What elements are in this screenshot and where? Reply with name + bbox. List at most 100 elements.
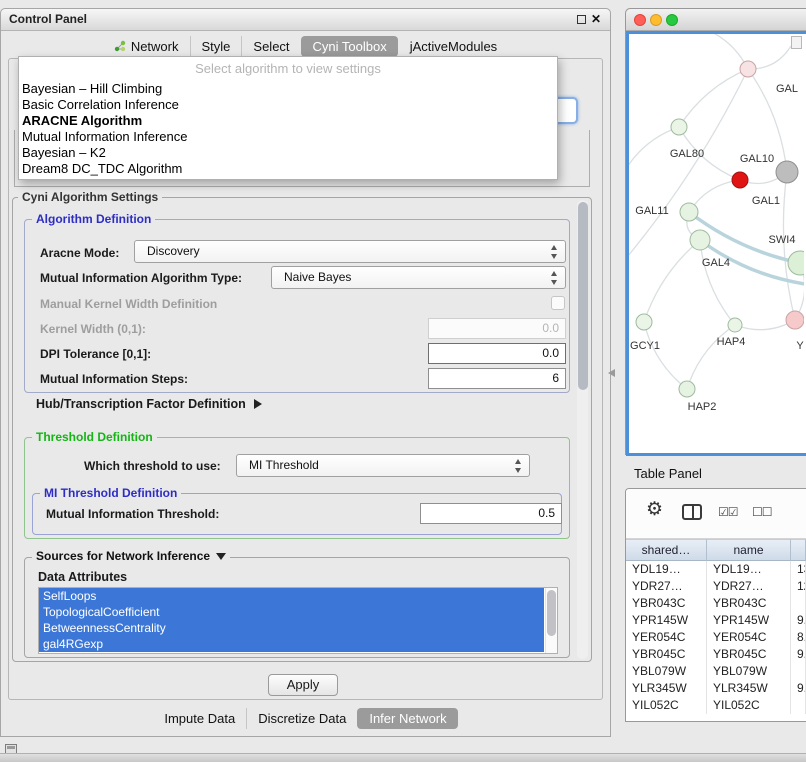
network-canvas[interactable]: GAL80GAL10GAL11GAL4SWI4GCY1HAP4YHAP2GAL1… xyxy=(629,34,806,453)
float-window-icon[interactable] xyxy=(577,15,586,24)
tab-label: Infer Network xyxy=(369,711,446,726)
table-row[interactable]: YDL19…YDL19…13 xyxy=(626,561,806,578)
table-row[interactable]: YBR045CYBR045C9. xyxy=(626,646,806,663)
aracne-mode-label: Aracne Mode: xyxy=(40,246,119,260)
network-edge xyxy=(644,240,700,322)
splitter-collapse-icon[interactable] xyxy=(608,369,615,377)
data-attributes-label: Data Attributes xyxy=(38,570,127,584)
network-node[interactable] xyxy=(740,61,756,77)
aracne-mode-select[interactable]: Discovery xyxy=(134,240,566,263)
network-node-gcy1[interactable] xyxy=(636,314,652,330)
algorithm-option-aracne-algorithm[interactable]: ARACNE Algorithm xyxy=(19,113,557,129)
network-node-swi4[interactable] xyxy=(788,251,804,275)
mi-steps-field[interactable]: 6 xyxy=(428,368,566,389)
table-row[interactable]: YIL052CYIL052C xyxy=(626,697,806,714)
zoom-traffic-light[interactable] xyxy=(666,14,678,26)
network-node-hap4[interactable] xyxy=(728,318,742,332)
attribute-item-topologicalcoefficient[interactable]: TopologicalCoefficient xyxy=(39,604,544,620)
columns-icon[interactable] xyxy=(682,504,702,520)
network-scrollbar-button[interactable] xyxy=(791,36,802,49)
network-node-hap2[interactable] xyxy=(679,381,695,397)
tab-style[interactable]: Style xyxy=(190,36,242,57)
table-cell: YDR27… xyxy=(626,578,707,595)
algorithm-option-bayesian-k2[interactable]: Bayesian – K2 xyxy=(19,145,557,161)
network-node-gal10[interactable] xyxy=(732,172,748,188)
table-cell xyxy=(791,663,806,680)
sources-group-title[interactable]: Sources for Network Inference xyxy=(32,549,230,563)
network-node-y[interactable] xyxy=(786,311,804,329)
table-row[interactable]: YBR043CYBR043C xyxy=(626,595,806,612)
network-canvas-svg: GAL80GAL10GAL11GAL4SWI4GCY1HAP4YHAP2GAL1… xyxy=(629,34,804,453)
column-header-name[interactable]: name xyxy=(707,539,791,561)
kernel-width-field[interactable]: 0.0 xyxy=(428,318,566,339)
network-node-label: HAP4 xyxy=(717,336,746,348)
table-header-row: shared…name xyxy=(626,539,806,561)
table-panel-toolbar: ⚙ ☑☑ ☐☐ xyxy=(626,489,806,539)
tab-infer-network[interactable]: Infer Network xyxy=(357,708,457,729)
column-header-extra[interactable] xyxy=(791,539,806,561)
table-cell: YPR145W xyxy=(626,612,707,629)
tab-jactivemodules[interactable]: jActiveModules xyxy=(398,36,508,57)
close-traffic-light[interactable] xyxy=(634,14,646,26)
tab-network[interactable]: Network xyxy=(103,36,190,57)
algorithm-option-mutual-information-inference[interactable]: Mutual Information Inference xyxy=(19,129,557,145)
table-cell: 13 xyxy=(791,561,806,578)
table-row[interactable]: YER054CYER054C8. xyxy=(626,629,806,646)
minimize-traffic-light[interactable] xyxy=(650,14,662,26)
algorithm-option-list: Bayesian – Hill ClimbingBasic Correlatio… xyxy=(19,81,557,177)
network-node-label: GAL11 xyxy=(635,205,668,217)
attributes-scrollbar-track[interactable] xyxy=(545,588,557,653)
obscured-group-border xyxy=(14,186,590,187)
table-cell: YBL079W xyxy=(707,663,791,680)
table-row[interactable]: YDR27…YDR27…12 xyxy=(626,578,806,595)
network-node-gal11[interactable] xyxy=(680,203,698,221)
column-header-shared[interactable]: shared… xyxy=(626,539,707,561)
settings-scrollbar-thumb[interactable] xyxy=(578,202,588,390)
which-threshold-select[interactable]: MI Threshold xyxy=(236,454,530,477)
tab-label: jActiveModules xyxy=(410,39,497,54)
table-cell: YIL052C xyxy=(626,697,707,714)
attributes-scrollbar-thumb[interactable] xyxy=(547,590,556,636)
attribute-item-gal4rgexp[interactable]: gal4RGexp xyxy=(39,636,544,652)
status-bar xyxy=(0,753,806,762)
network-node-gal4[interactable] xyxy=(690,230,710,250)
algorithm-definition-title: Algorithm Definition xyxy=(32,212,155,226)
tab-discretize-data[interactable]: Discretize Data xyxy=(246,708,357,729)
network-node[interactable] xyxy=(776,161,798,183)
gear-icon[interactable]: ⚙ xyxy=(646,500,663,519)
algorithm-option-dream8-dc-tdc-algorithm[interactable]: Dream8 DC_TDC Algorithm xyxy=(19,161,557,177)
table-cell: YDL19… xyxy=(626,561,707,578)
algorithm-option-basic-correlation-inference[interactable]: Basic Correlation Inference xyxy=(19,97,557,113)
control-panel-title: Control Panel xyxy=(9,9,87,30)
attribute-item-betweennesscentrality[interactable]: BetweennessCentrality xyxy=(39,620,544,636)
manual-kernel-checkbox[interactable] xyxy=(551,296,565,310)
apply-button[interactable]: Apply xyxy=(268,674,338,696)
tab-label: Select xyxy=(253,39,289,54)
network-node-gal80[interactable] xyxy=(671,119,687,135)
table-row[interactable]: YBL079WYBL079W xyxy=(626,663,806,680)
dpi-tolerance-field[interactable]: 0.0 xyxy=(428,343,566,364)
mi-threshold-field[interactable]: 0.5 xyxy=(420,503,562,524)
sources-title-label: Sources for Network Inference xyxy=(36,549,210,563)
hub-definition-section[interactable]: Hub/Transcription Factor Definition xyxy=(36,397,262,411)
tab-select[interactable]: Select xyxy=(241,36,300,57)
deselect-all-icon[interactable]: ☐☐ xyxy=(752,505,772,519)
network-view-content: GAL80GAL10GAL11GAL4SWI4GCY1HAP4YHAP2GAL1… xyxy=(626,31,806,456)
network-node-label: GAL10 xyxy=(740,153,774,165)
close-icon[interactable]: ✕ xyxy=(591,12,601,26)
attribute-item-selfloops[interactable]: SelfLoops xyxy=(39,588,544,604)
select-all-icon[interactable]: ☑☑ xyxy=(718,505,738,519)
table-cell: YLR345W xyxy=(626,680,707,697)
combo-arrows-icon xyxy=(551,271,558,285)
algorithm-option-bayesian-hill-climbing[interactable]: Bayesian – Hill Climbing xyxy=(19,81,557,97)
data-attributes-list[interactable]: SelfLoopsTopologicalCoefficientBetweenne… xyxy=(38,587,558,654)
mi-type-select[interactable]: Naive Bayes xyxy=(271,266,566,289)
table-cell: YBR045C xyxy=(626,646,707,663)
tab-cyni-toolbox[interactable]: Cyni Toolbox xyxy=(301,36,398,57)
table-row[interactable]: YLR345WYLR345W9. xyxy=(626,680,806,697)
network-node-label: Y xyxy=(796,340,804,352)
tab-impute-data[interactable]: Impute Data xyxy=(153,708,246,729)
table-row[interactable]: YPR145WYPR145W9. xyxy=(626,612,806,629)
tab-label: Network xyxy=(131,39,179,54)
collapse-down-icon xyxy=(216,553,226,560)
